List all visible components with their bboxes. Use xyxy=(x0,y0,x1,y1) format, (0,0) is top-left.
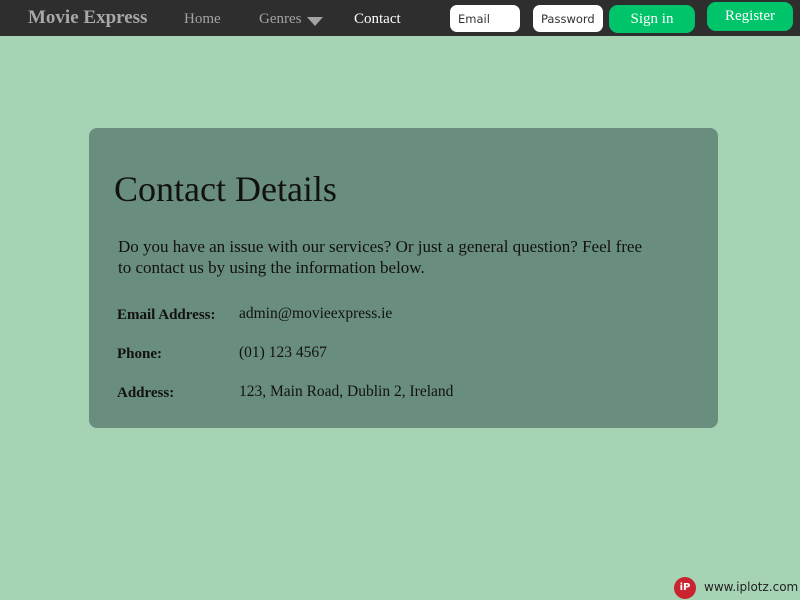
email-address-label: Email Address: xyxy=(117,307,216,323)
phone-value: (01) 123 4567 xyxy=(239,344,327,361)
contact-card: Contact Details Do you have an issue wit… xyxy=(89,128,718,428)
watermark-text: www.iplotz.com xyxy=(704,580,799,594)
chevron-down-icon[interactable] xyxy=(307,17,323,26)
email-field[interactable] xyxy=(450,5,520,32)
iplotz-watermark: iP www.iplotz.com xyxy=(674,577,800,600)
intro-text: Do you have an issue with our services? … xyxy=(118,237,642,277)
nav-link-home[interactable]: Home xyxy=(184,11,221,28)
iplotz-logo-icon: iP xyxy=(674,577,696,599)
register-button[interactable]: Register xyxy=(707,2,793,31)
email-address-value: admin@movieexpress.ie xyxy=(239,305,393,322)
nav-link-contact[interactable]: Contact xyxy=(354,11,401,28)
password-field[interactable] xyxy=(533,5,603,32)
sign-in-button[interactable]: Sign in xyxy=(609,5,695,33)
phone-label: Phone: xyxy=(117,346,162,362)
page-title: Contact Details xyxy=(114,169,337,209)
address-value: 123, Main Road, Dublin 2, Ireland xyxy=(239,383,454,400)
address-label: Address: xyxy=(117,385,175,401)
nav-link-genres[interactable]: Genres xyxy=(259,11,301,28)
top-navbar: Movie Express Home Genres Contact Sign i… xyxy=(0,0,800,36)
brand-logo[interactable]: Movie Express xyxy=(28,7,147,29)
